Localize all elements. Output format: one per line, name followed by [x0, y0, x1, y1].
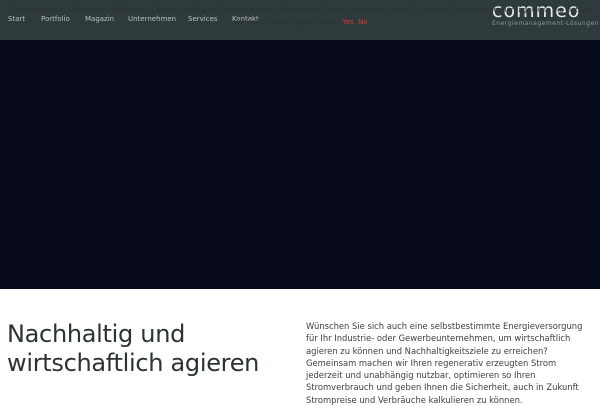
hero-media	[0, 40, 600, 289]
page-headline: Nachhaltig und wirtschaftlich agieren	[7, 320, 260, 377]
cookie-banner: Dürfen wir Ihre Aktivitäten mithilfe von…	[0, 0, 600, 30]
cookie-no-button[interactable]: No	[358, 18, 368, 26]
cookie-message-container: Dürfen wir Ihre Aktivitäten mithilfe von…	[12, 4, 590, 28]
intro-paragraph: Wünschen Sie sich auch eine selbstbestim…	[306, 321, 583, 405]
cookie-message: Dürfen wir Ihre Aktivitäten mithilfe von…	[12, 6, 590, 26]
cookie-yes-button[interactable]: Yes	[343, 18, 354, 26]
